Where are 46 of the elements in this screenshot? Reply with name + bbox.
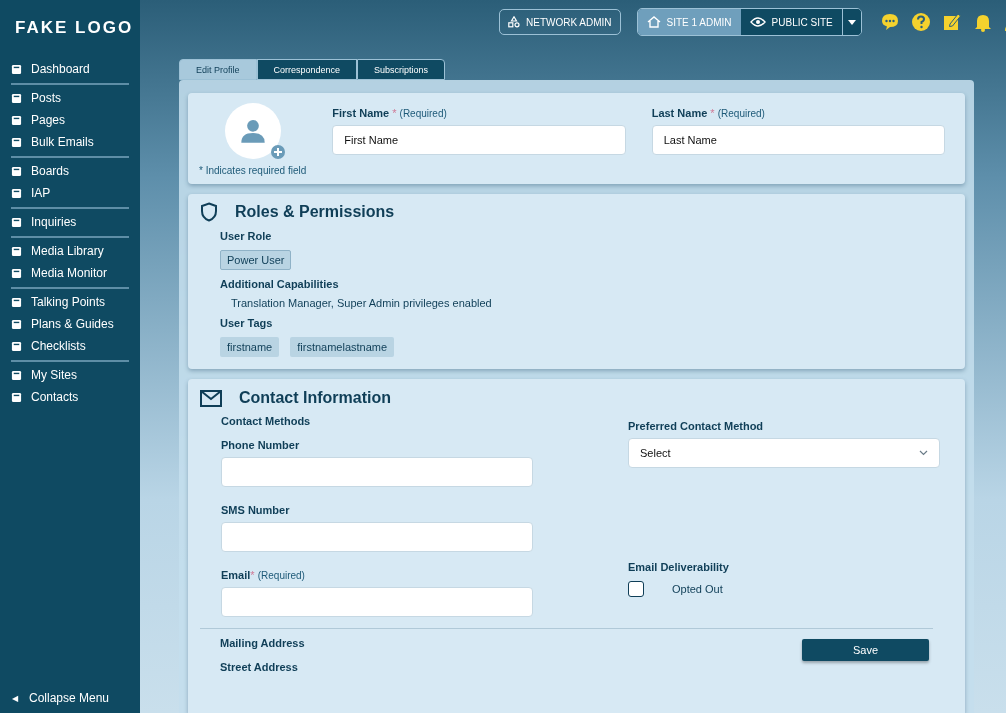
- logo: FAKE LOGO: [14, 18, 135, 38]
- sidebar-item[interactable]: Bulk Emails: [11, 131, 129, 153]
- sidebar-item[interactable]: Talking Points: [11, 291, 129, 313]
- sidebar-item[interactable]: Media Library: [11, 240, 129, 262]
- user-tag: firstnamelastname: [290, 337, 395, 357]
- tab[interactable]: Correspondence: [256, 59, 358, 80]
- network-admin-button[interactable]: NETWORK ADMIN: [499, 9, 621, 35]
- sidebar-item[interactable]: Posts: [11, 87, 129, 109]
- section-title: Roles & Permissions: [235, 203, 395, 221]
- sidebar-item[interactable]: Inquiries: [11, 211, 129, 233]
- field-label: Email Deliverability: [628, 561, 730, 573]
- checkbox-label: Opted Out: [672, 583, 723, 595]
- text-field[interactable]: Last Name: [651, 125, 945, 155]
- sidebar-item[interactable]: My Sites: [11, 364, 129, 386]
- capabilities-text: Translation Manager, Super Admin privileges enabled: [230, 297, 493, 309]
- field-label: User Role: [220, 230, 273, 242]
- user-tag: firstname: [220, 337, 280, 357]
- sidebar-item[interactable]: Checklists: [11, 335, 129, 357]
- required-note: * Indicates required field: [199, 165, 307, 176]
- sidebar-item[interactable]: Contacts: [11, 386, 129, 408]
- sidebar-item[interactable]: Media Monitor: [11, 262, 129, 284]
- sidebar-item[interactable]: Boards: [11, 160, 129, 182]
- field-label: Phone Number: [221, 439, 301, 451]
- field-label: Preferred Contact Method: [628, 420, 765, 432]
- text-field[interactable]: First Name: [332, 125, 626, 155]
- tab[interactable]: Edit Profile: [179, 59, 257, 80]
- section-label: Contact Methods: [221, 415, 312, 427]
- field-label: Additional Capabilities: [220, 278, 340, 290]
- field-label: Email* (Required): [221, 569, 306, 581]
- field-label: Last Name * (Required): [651, 107, 766, 119]
- site-button[interactable]: PUBLIC SITE: [740, 9, 842, 35]
- collapse-menu-button[interactable]: ◀ Collapse Menu: [0, 691, 110, 713]
- sidebar-item[interactable]: Plans & Guides: [11, 313, 129, 335]
- save-button[interactable]: Save: [802, 639, 929, 661]
- contact-method-select[interactable]: Select: [628, 438, 940, 468]
- field-label: First Name * (Required): [332, 107, 448, 119]
- section-title: Contact Information: [239, 389, 391, 407]
- sidebar-item[interactable]: IAP: [11, 182, 129, 204]
- tab[interactable]: Subscriptions: [357, 59, 446, 80]
- sidebar-item[interactable]: Pages: [11, 109, 129, 131]
- field-label: SMS Number: [221, 504, 291, 516]
- sidebar-item[interactable]: Dashboard: [11, 58, 129, 80]
- field-label: User Tags: [220, 317, 274, 329]
- role-tag: Power User: [220, 250, 292, 270]
- section-label: Mailing Address: [220, 637, 305, 649]
- field-label: Street Address: [220, 661, 299, 673]
